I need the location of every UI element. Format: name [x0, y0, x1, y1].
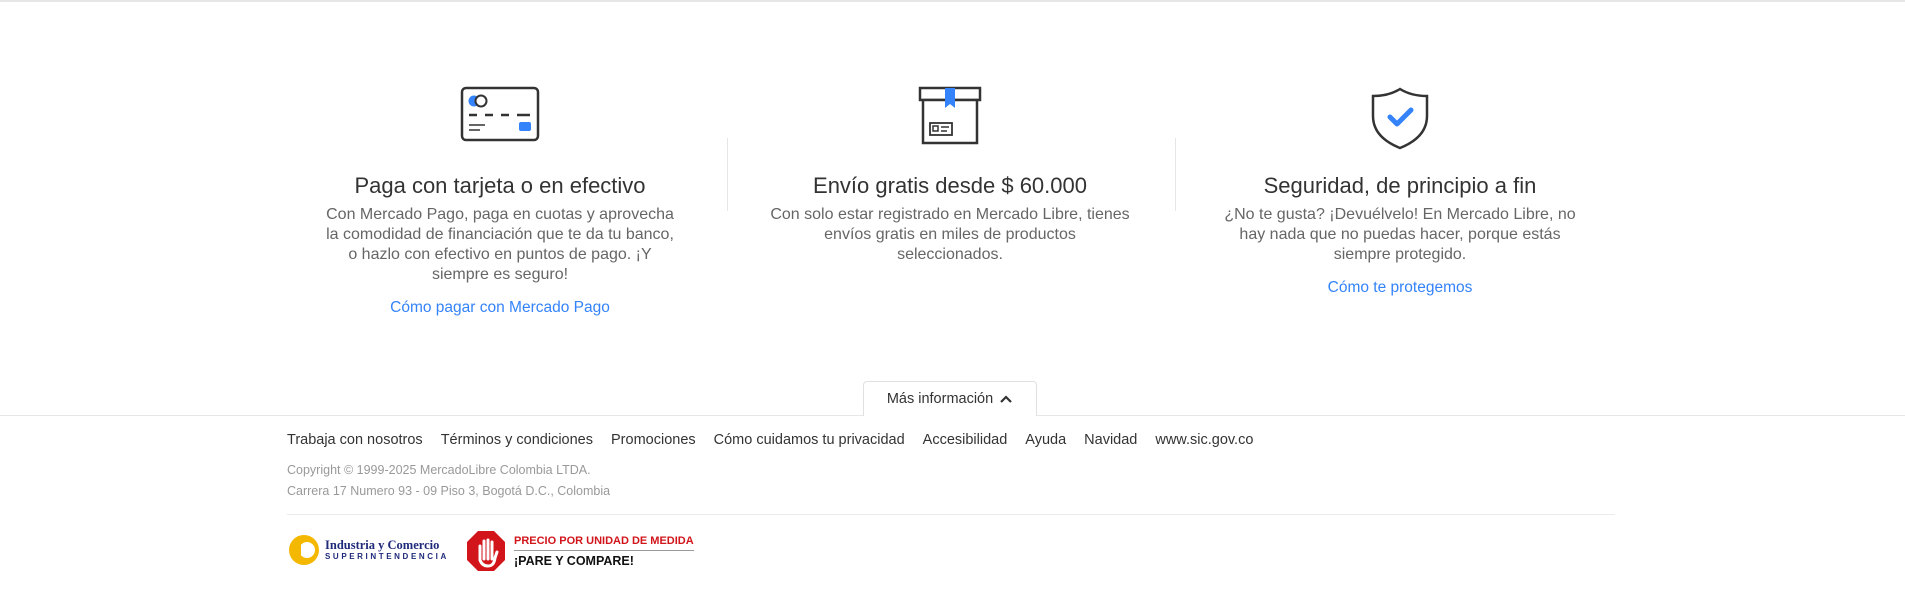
more-info-label: Más información [886, 391, 994, 407]
footer-link-privacidad[interactable]: Cómo cuidamos tu privacidad [714, 432, 905, 448]
pare-compare-badge[interactable]: PRECIO POR UNIDAD DE MEDIDA ¡PARE Y COMP… [466, 530, 694, 572]
security-info-link[interactable]: Cómo te protegemos [1210, 279, 1590, 297]
footer-link-sic[interactable]: www.sic.gov.co [1155, 432, 1253, 448]
footer-link-accesibilidad[interactable]: Accesibilidad [923, 432, 1008, 448]
shipping-box-icon [918, 86, 982, 145]
feature-description: Con Mercado Pago, paga en cuotas y aprov… [326, 206, 674, 283]
footer-link-navidad[interactable]: Navidad [1084, 432, 1137, 448]
feature-title: Paga con tarjeta o en efectivo [354, 173, 646, 198]
pare-title: PRECIO POR UNIDAD DE MEDIDA [514, 534, 694, 551]
copyright-text: Copyright © 1999-2025 MercadoLibre Colom… [287, 463, 591, 477]
chevron-up-icon [1000, 395, 1012, 403]
feature-description: ¿No te gusta? ¡Devuélvelo! En Mercado Li… [1224, 206, 1576, 263]
footer-link-terminos[interactable]: Términos y condiciones [441, 432, 593, 448]
footer-link-ayuda[interactable]: Ayuda [1025, 432, 1066, 448]
feature-description: Con solo estar registrado en Mercado Lib… [770, 206, 1130, 263]
sic-logo-icon [289, 535, 319, 565]
footer-link-trabaja[interactable]: Trabaja con nosotros [287, 432, 423, 448]
feature-divider [727, 138, 728, 211]
copyright-block: Copyright © 1999-2025 MercadoLibre Colom… [287, 460, 610, 502]
address-text: Carrera 17 Numero 93 - 09 Piso 3, Bogotá… [287, 484, 611, 498]
feature-title: Envío gratis desde $ 60.000 [813, 173, 1087, 198]
sic-badge[interactable]: Industria y Comercio SUPERINTENDENCIA [287, 533, 449, 567]
footer-links: Trabaja con nosotros Términos y condicio… [287, 432, 1253, 448]
footer-inner-divider [287, 514, 1615, 515]
feature-divider [1175, 138, 1176, 211]
sic-name: Industria y Comercio [325, 538, 440, 552]
stop-hand-icon [467, 531, 505, 571]
value-proposition-section: Paga con tarjeta o en efectivo Con Merca… [0, 0, 1905, 410]
payment-info-link[interactable]: Cómo pagar con Mercado Pago [310, 299, 690, 317]
sic-subtitle: SUPERINTENDENCIA [325, 552, 449, 561]
feature-title: Seguridad, de principio a fin [1263, 173, 1537, 198]
credit-card-icon [460, 86, 540, 142]
pare-subtitle: ¡PARE Y COMPARE! [514, 553, 634, 568]
shield-check-icon [1371, 87, 1429, 150]
more-info-toggle[interactable]: Más información [863, 381, 1037, 416]
footer-link-promociones[interactable]: Promociones [611, 432, 696, 448]
